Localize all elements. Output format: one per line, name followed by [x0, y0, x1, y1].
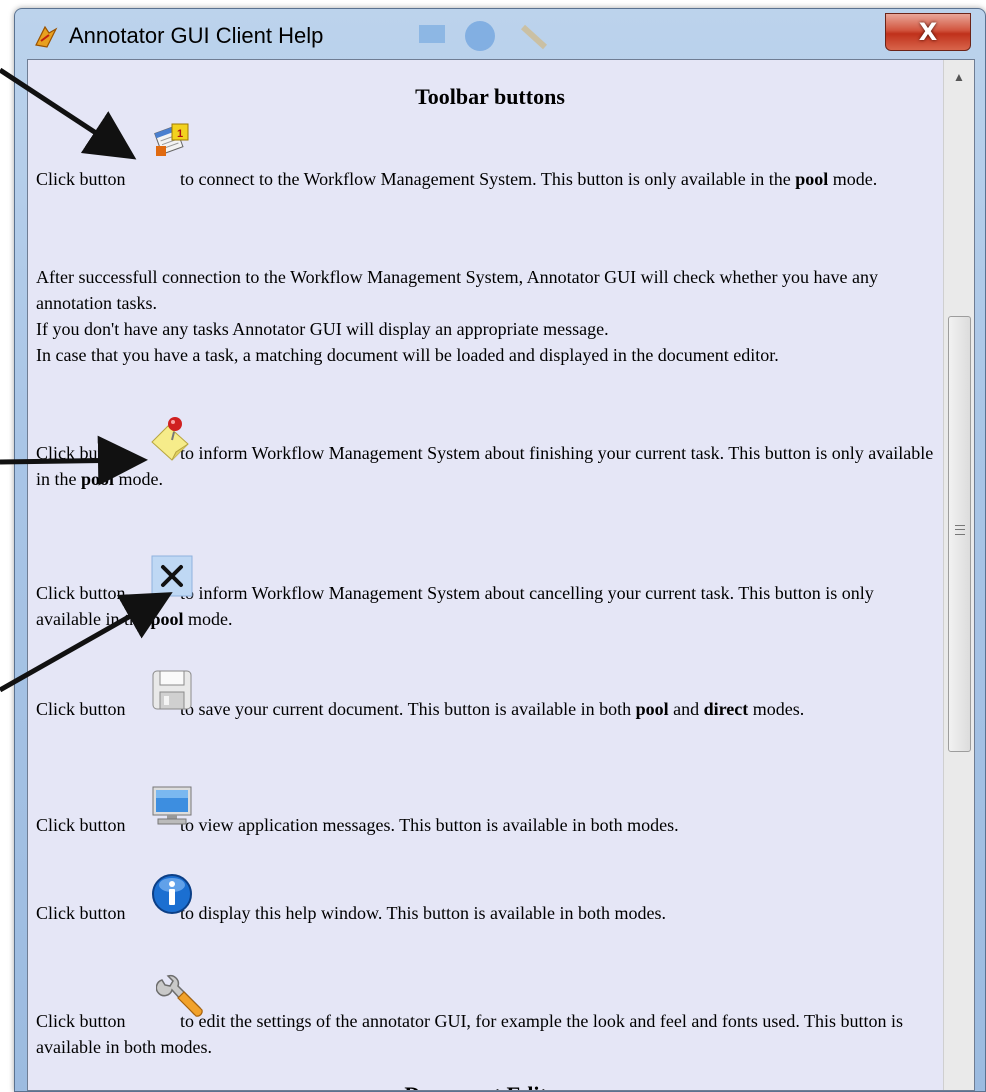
section-heading-toolbar: Toolbar buttons: [415, 84, 565, 109]
help-document: Toolbar buttons Click button 1 to connec…: [28, 60, 944, 1090]
vertical-scrollbar[interactable]: ▲: [943, 60, 974, 1090]
help-paragraph-settings: Click button to edit the settings of the…: [36, 974, 936, 1060]
text: to display this help window. This button…: [180, 903, 666, 923]
text: Click button: [36, 1011, 126, 1031]
bold-text: pool: [150, 609, 184, 629]
text: to save your current document. This butt…: [180, 699, 632, 719]
help-paragraph-save: Click button to save your current docume…: [36, 670, 936, 722]
text-line: In case that you have a task, a matching…: [36, 345, 779, 365]
text-line: After successfull connection to the Work…: [36, 267, 878, 313]
text: Click button: [36, 443, 126, 463]
window-title: Annotator GUI Client Help: [69, 23, 324, 48]
monitor-icon[interactable]: [150, 784, 194, 828]
text: Click button: [36, 583, 126, 603]
text: mode.: [118, 469, 164, 489]
grip-icon: [955, 525, 965, 535]
text: modes.: [752, 699, 805, 719]
close-button[interactable]: X: [885, 13, 971, 51]
svg-text:1: 1: [177, 128, 183, 140]
floppy-disk-icon[interactable]: [150, 668, 194, 712]
section-heading-editor: Document Editor: [28, 1080, 944, 1090]
help-paragraph-connect: Click button 1 to connect to the Workflo…: [36, 118, 936, 192]
text: Click button: [36, 903, 126, 923]
bold-text: pool: [635, 699, 669, 719]
help-content-pane[interactable]: Toolbar buttons Click button 1 to connec…: [27, 59, 975, 1091]
title-bar[interactable]: Annotator GUI Client Help X: [15, 9, 985, 59]
text: mode.: [832, 169, 878, 189]
help-window: Annotator GUI Client Help X Toolbar butt…: [14, 8, 986, 1092]
ghost-info-icon: [465, 21, 495, 51]
text: mode.: [187, 609, 233, 629]
bold-text: pool: [795, 169, 829, 189]
help-paragraph-help: Click button to display this help window…: [36, 874, 936, 926]
help-paragraph-connection-info: After successfull connection to the Work…: [36, 264, 936, 368]
bold-text: pool: [81, 469, 115, 489]
text: to connect to the Workflow Management Sy…: [180, 169, 791, 189]
help-paragraph-cancel: Click button to inform Workflow Manageme…: [36, 555, 936, 632]
bold-text: direct: [703, 699, 749, 719]
text: Click button: [36, 815, 126, 835]
help-paragraph-finish: Click button to inform Workflow Manageme…: [36, 417, 936, 492]
text: Click button: [36, 169, 126, 189]
help-paragraph-messages: Click button to view application message…: [36, 786, 936, 838]
text-line: If you don't have any tasks Annotator GU…: [36, 319, 609, 339]
x-cancel-icon[interactable]: [150, 554, 194, 598]
close-label: X: [918, 18, 938, 46]
text: Click button: [36, 699, 126, 719]
calendar-connect-icon[interactable]: 1: [150, 118, 194, 162]
scrollbar-thumb[interactable]: [948, 316, 971, 752]
sticky-note-pin-icon[interactable]: [148, 412, 192, 462]
text: to view application messages. This butto…: [180, 815, 679, 835]
info-icon[interactable]: [150, 872, 194, 916]
ghost-monitor-icon: [419, 25, 445, 43]
text: and: [673, 699, 700, 719]
app-icon: [35, 25, 58, 48]
scroll-up-arrow-icon[interactable]: ▲: [944, 64, 974, 90]
ghost-wrench-icon: [520, 24, 548, 50]
wrench-icon[interactable]: [156, 972, 204, 1022]
